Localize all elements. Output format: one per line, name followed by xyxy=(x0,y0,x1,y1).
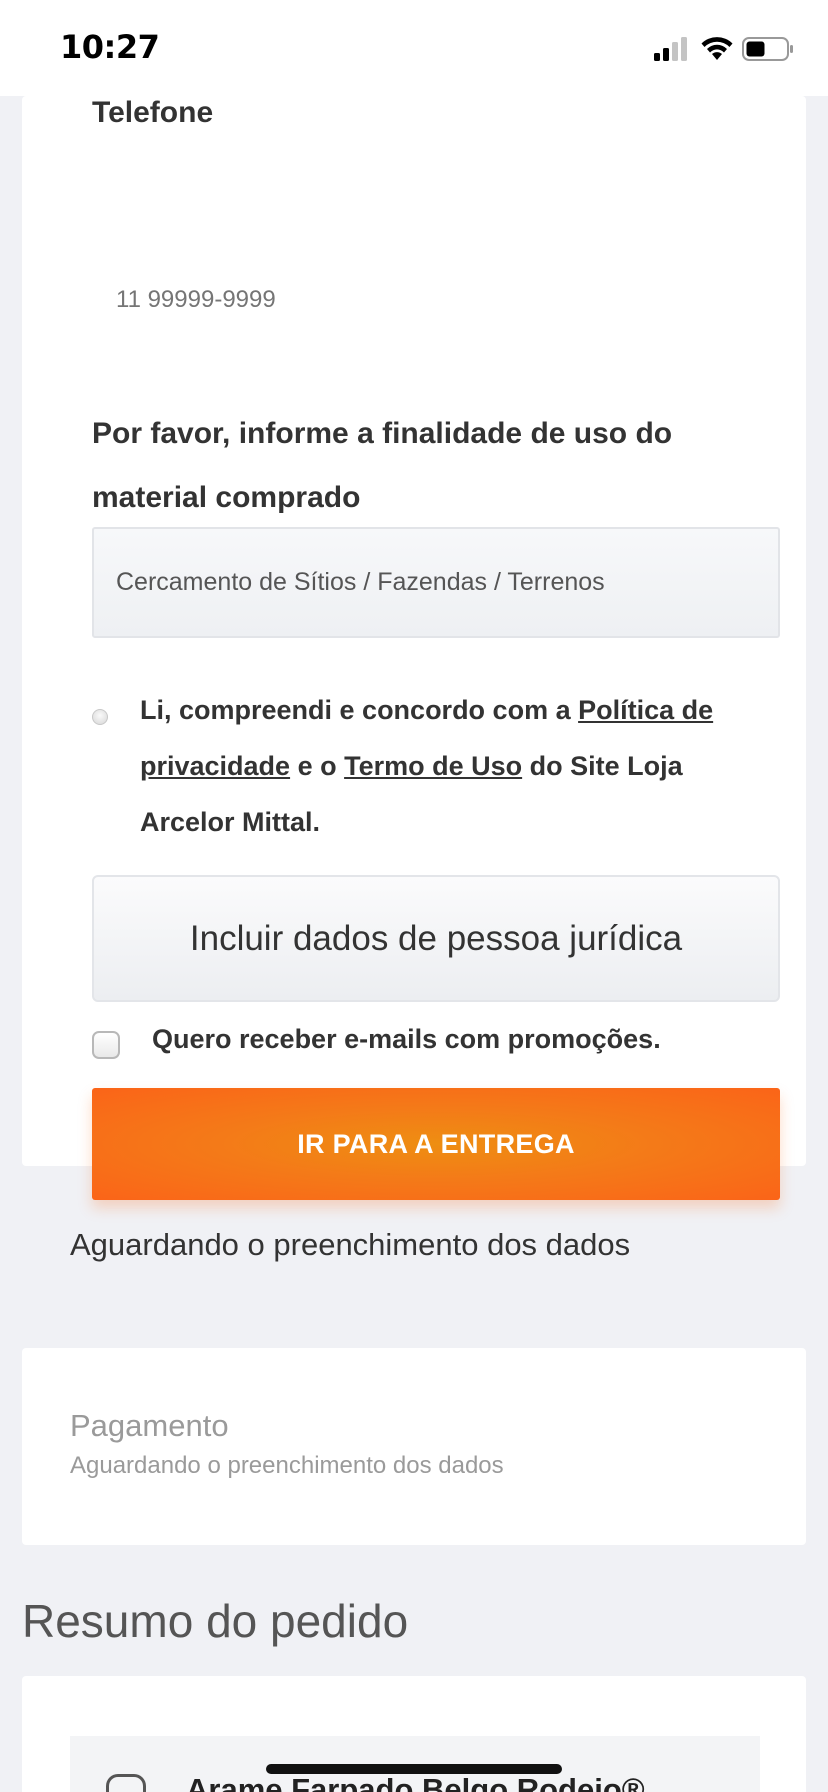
order-summary-title: Resumo do pedido xyxy=(22,1595,409,1647)
cellular-signal-icon xyxy=(654,37,687,61)
status-bar: 10:27 xyxy=(0,0,828,96)
promo-emails-checkbox[interactable] xyxy=(92,1031,120,1059)
privacy-consent-radio[interactable] xyxy=(92,709,108,725)
payment-title: Pagamento xyxy=(70,1408,229,1443)
phone-label: Telefone xyxy=(92,96,214,129)
privacy-consent-text: Li, compreendi e concordo com a Política… xyxy=(140,695,714,837)
terms-of-use-link[interactable]: Termo de Uso xyxy=(344,751,522,781)
purpose-label: Por favor, informe a finalidade de uso d… xyxy=(92,417,673,514)
wifi-icon xyxy=(701,37,733,60)
delivery-waiting-text: Aguardando o preenchimento dos dados xyxy=(70,1227,631,1262)
promo-emails-label: Quero receber e-mails com promoções. xyxy=(152,1024,661,1054)
phone-input[interactable] xyxy=(92,272,780,328)
go-to-delivery-button[interactable]: IR PARA A ENTREGA xyxy=(92,1088,780,1200)
home-indicator[interactable] xyxy=(266,1764,562,1774)
customer-data-card: Telefone Por favor, informe a finalidade… xyxy=(22,96,806,1200)
purpose-select[interactable]: Cercamento de Sítios / Fazendas / Terren… xyxy=(92,527,780,638)
add-company-data-button[interactable]: Incluir dados de pessoa jurídica xyxy=(92,875,780,1002)
payment-card: Pagamento Aguardando o preenchimento dos… xyxy=(22,1348,806,1545)
product-thumbnail-icon xyxy=(106,1774,146,1792)
product-name: Arame Farpado Belgo Rodeio® xyxy=(186,1772,645,1792)
status-time: 10:27 xyxy=(60,28,160,66)
battery-icon xyxy=(742,37,793,61)
payment-subtitle: Aguardando o preenchimento dos dados xyxy=(70,1452,504,1479)
order-summary-card: Arame Farpado Belgo Rodeio® xyxy=(22,1676,806,1792)
